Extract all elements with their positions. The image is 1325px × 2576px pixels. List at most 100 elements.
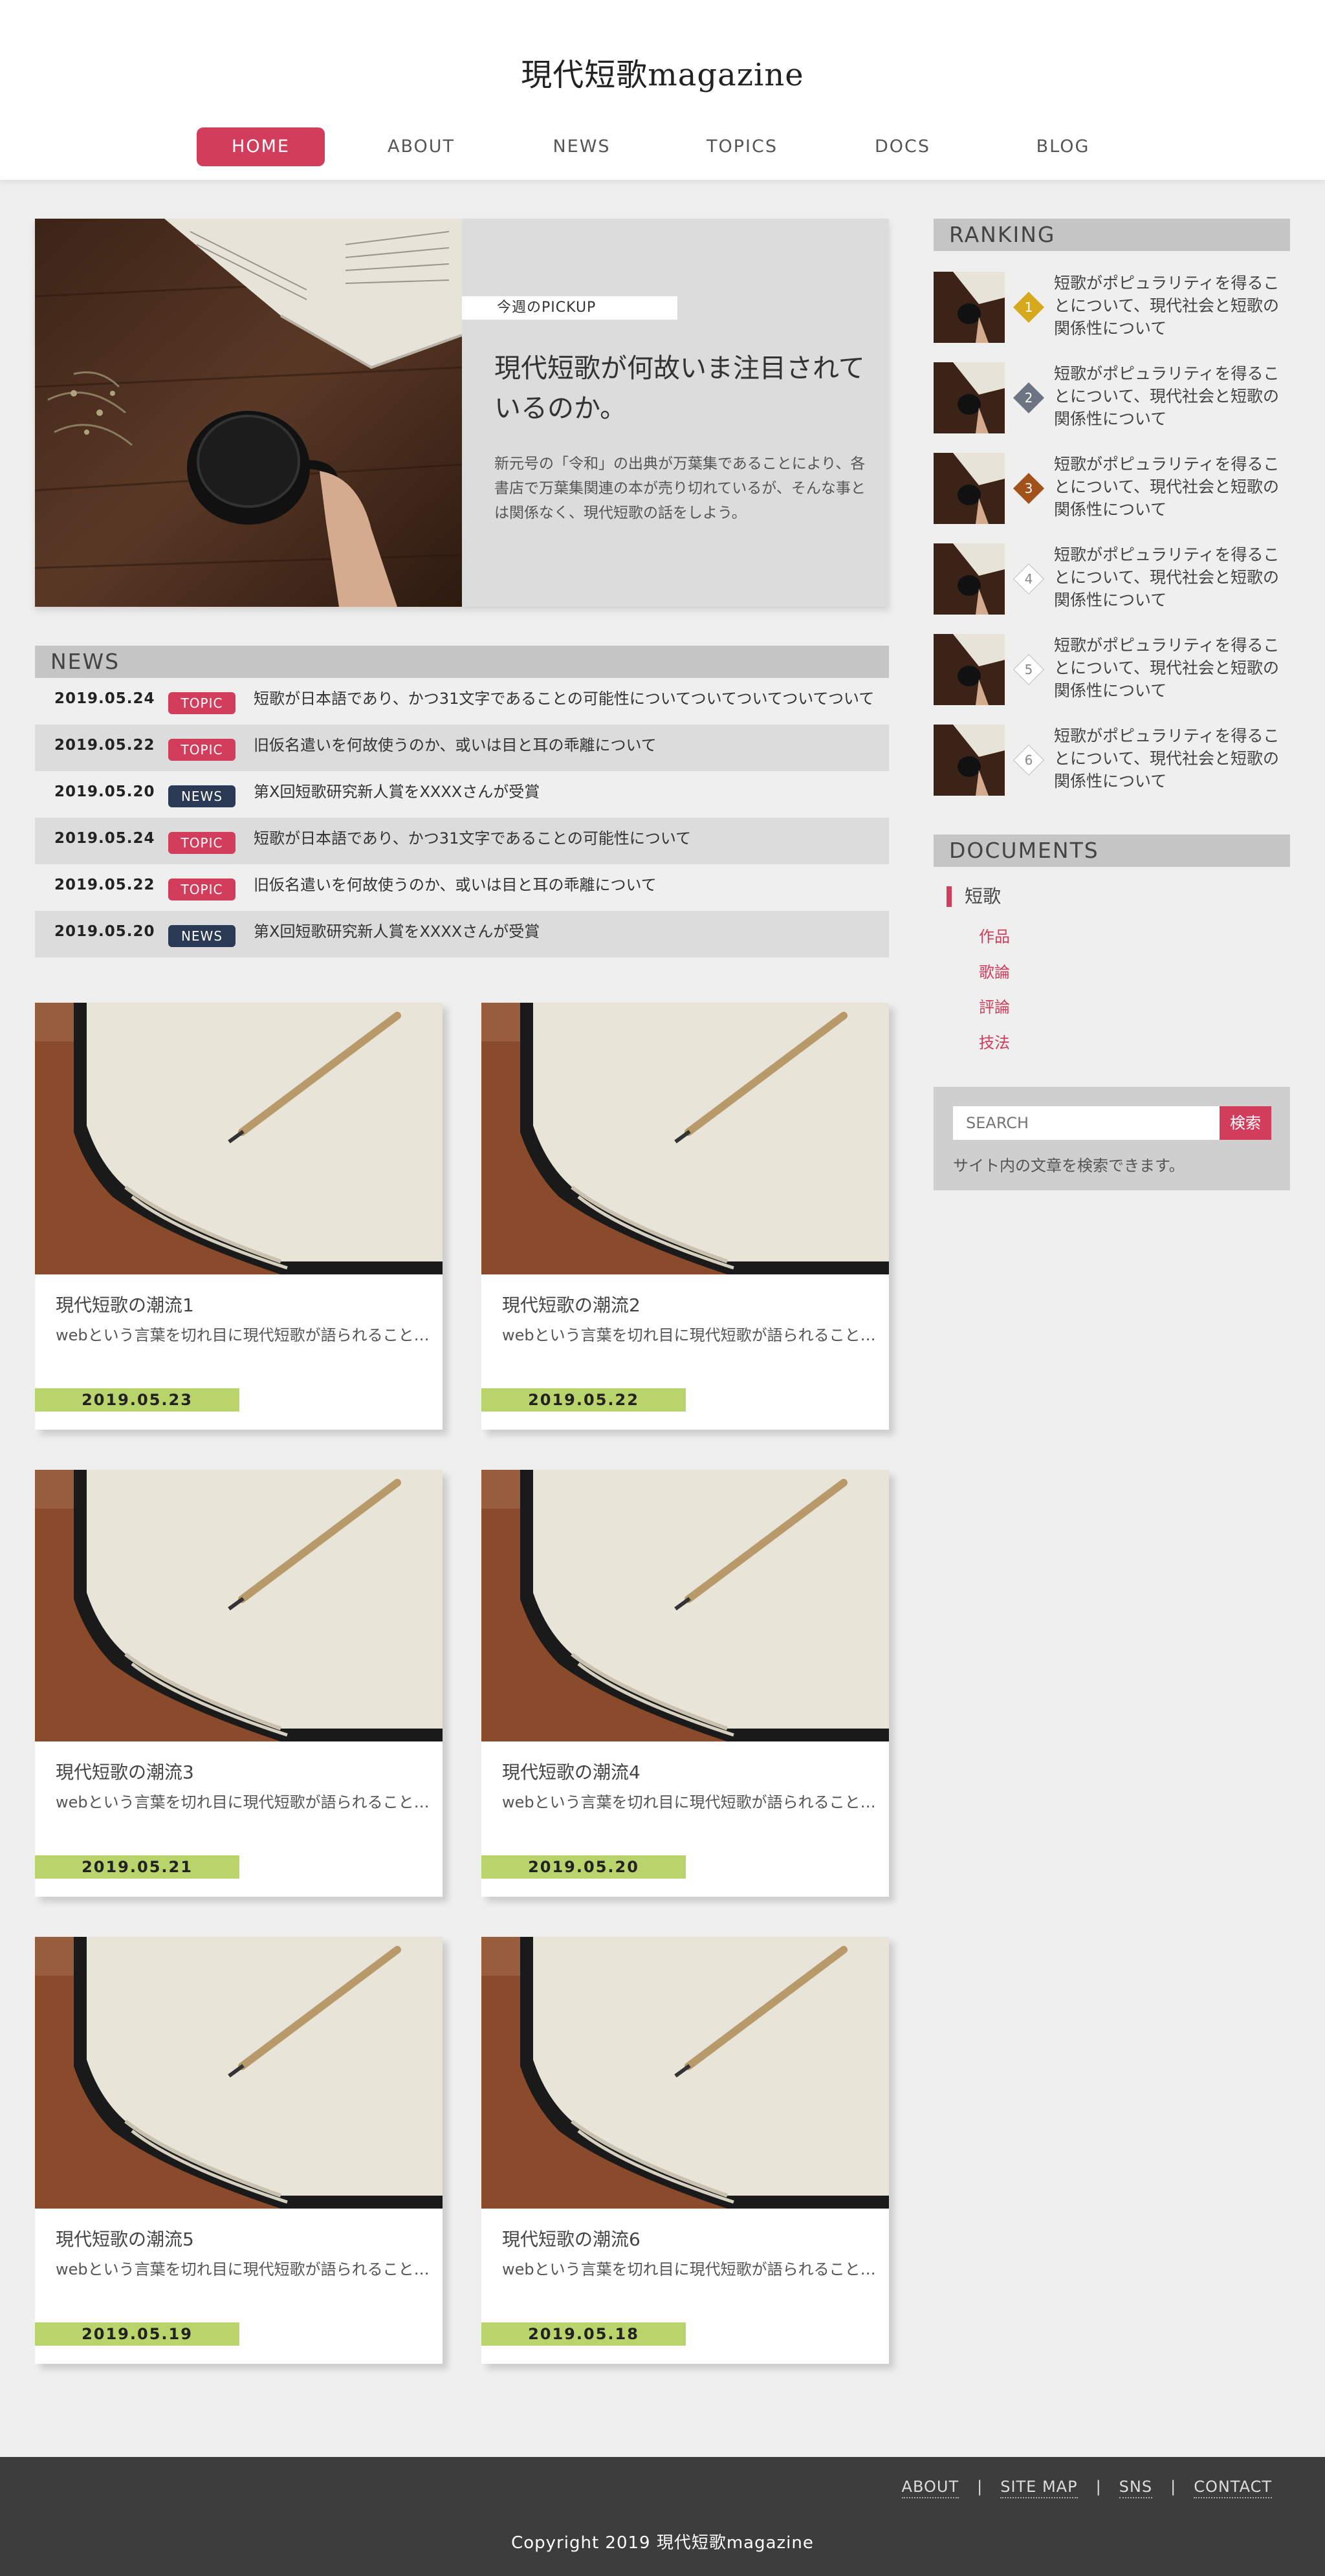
search-widget: 検索 サイト内の文章を検索できます。 bbox=[934, 1087, 1290, 1190]
news-badge: TOPIC bbox=[168, 692, 235, 714]
ranking-thumbnail[interactable] bbox=[934, 543, 1005, 615]
article-excerpt: webという言葉を切れ目に現代短歌が語られることが多くなった bbox=[56, 1326, 431, 1344]
nav-about[interactable]: ABOUT bbox=[357, 127, 485, 166]
article-card[interactable]: 現代短歌の潮流4 webという言葉を切れ目に現代短歌が語られることが多くなった … bbox=[481, 1470, 889, 1897]
news-badge: TOPIC bbox=[168, 739, 235, 761]
article-image[interactable] bbox=[35, 1937, 443, 2209]
article-title[interactable]: 現代短歌の潮流1 bbox=[56, 1291, 194, 1317]
article-excerpt: webという言葉を切れ目に現代短歌が語られることが多くなった bbox=[502, 2260, 877, 2278]
pickup-image[interactable] bbox=[35, 219, 462, 607]
ranking-text[interactable]: 短歌がポピュラリティを得ることについて、現代社会と短歌の関係性について bbox=[1054, 543, 1293, 611]
search-input[interactable] bbox=[953, 1106, 1220, 1140]
article-title[interactable]: 現代短歌の潮流3 bbox=[56, 1758, 194, 1784]
article-excerpt: webという言葉を切れ目に現代短歌が語られることが多くなった bbox=[502, 1326, 877, 1344]
article-date: 2019.05.18 bbox=[481, 2322, 686, 2346]
pickup-feature[interactable]: 今週のPICKUP 現代短歌が何故いま注目されているのか。 新元号の「令和」の出… bbox=[35, 219, 889, 607]
doc-link-criticism[interactable]: 評論 bbox=[979, 994, 1010, 1017]
rank-number: 3 bbox=[1024, 481, 1033, 496]
pickup-description: 新元号の「令和」の出典が万葉集であることにより、各書店で万葉集関連の本が売り切れ… bbox=[494, 455, 866, 521]
ranking-item[interactable]: 2 短歌がポピュラリティを得ることについて、現代社会と短歌の関係性について bbox=[934, 362, 1290, 433]
news-row[interactable]: 2019.05.20 NEWS 第X回短歌研究新人賞をXXXXさんが受賞 bbox=[35, 911, 889, 957]
ranking-item[interactable]: 4 短歌がポピュラリティを得ることについて、現代社会と短歌の関係性について bbox=[934, 543, 1290, 615]
article-card[interactable]: 現代短歌の潮流5 webという言葉を切れ目に現代短歌が語られることが多くなった … bbox=[35, 1937, 443, 2364]
ranking-thumbnail[interactable] bbox=[934, 272, 1005, 343]
footer-link-about[interactable]: ABOUT bbox=[901, 2478, 959, 2498]
article-card[interactable]: 現代短歌の潮流2 webという言葉を切れ目に現代短歌が語られることが多くなった … bbox=[481, 1003, 889, 1430]
article-card[interactable]: 現代短歌の潮流3 webという言葉を切れ目に現代短歌が語られることが多くなった … bbox=[35, 1470, 443, 1897]
ranking-text[interactable]: 短歌がポピュラリティを得ることについて、現代社会と短歌の関係性について bbox=[1054, 272, 1293, 340]
footer-separator: | bbox=[977, 2478, 983, 2496]
doc-link-theory[interactable]: 歌論 bbox=[979, 959, 1010, 982]
news-badge: NEWS bbox=[168, 785, 235, 807]
ranking-text[interactable]: 短歌がポピュラリティを得ることについて、現代社会と短歌の関係性について bbox=[1054, 362, 1293, 430]
article-date: 2019.05.22 bbox=[481, 1388, 686, 1412]
news-badge: NEWS bbox=[168, 925, 235, 947]
ranking-text[interactable]: 短歌がポピュラリティを得ることについて、現代社会と短歌の関係性について bbox=[1054, 634, 1293, 702]
documents-category[interactable]: 短歌 bbox=[947, 886, 1001, 907]
article-date: 2019.05.21 bbox=[35, 1855, 239, 1879]
news-row[interactable]: 2019.05.24 TOPIC 短歌が日本語であり、かつ31文字であることの可… bbox=[35, 678, 889, 725]
nav-news[interactable]: NEWS bbox=[518, 127, 646, 166]
footer-separator: | bbox=[1095, 2478, 1101, 2496]
footer-separator: | bbox=[1170, 2478, 1176, 2496]
nav-home[interactable]: HOME bbox=[197, 127, 325, 166]
ranking-text[interactable]: 短歌がポピュラリティを得ることについて、現代社会と短歌の関係性について bbox=[1054, 725, 1293, 792]
nav-docs[interactable]: DOCS bbox=[838, 127, 967, 166]
ranking-thumbnail[interactable] bbox=[934, 453, 1005, 524]
article-image[interactable] bbox=[481, 1937, 889, 2209]
pickup-headline[interactable]: 現代短歌が何故いま注目されているのか。 bbox=[494, 348, 870, 428]
footer-links: ABOUT | SITE MAP | SNS | CONTACT bbox=[901, 2478, 1272, 2498]
ranking-thumbnail[interactable] bbox=[934, 725, 1005, 796]
footer-link-contact[interactable]: CONTACT bbox=[1194, 2478, 1272, 2498]
article-title[interactable]: 現代短歌の潮流2 bbox=[502, 1291, 641, 1317]
ranking-item[interactable]: 5 短歌がポピュラリティを得ることについて、現代社会と短歌の関係性について bbox=[934, 634, 1290, 705]
ranking-text[interactable]: 短歌がポピュラリティを得ることについて、現代社会と短歌の関係性について bbox=[1054, 453, 1293, 521]
news-text[interactable]: 第X回短歌研究新人賞をXXXXさんが受賞 bbox=[254, 911, 875, 952]
news-text[interactable]: 短歌が日本語であり、かつ31文字であることの可能性について bbox=[254, 818, 875, 859]
news-row[interactable]: 2019.05.20 NEWS 第X回短歌研究新人賞をXXXXさんが受賞 bbox=[35, 771, 889, 818]
news-date: 2019.05.22 bbox=[54, 877, 155, 893]
article-title[interactable]: 現代短歌の潮流6 bbox=[502, 2225, 641, 2251]
news-text[interactable]: 第X回短歌研究新人賞をXXXXさんが受賞 bbox=[254, 771, 875, 813]
article-title[interactable]: 現代短歌の潮流4 bbox=[502, 1758, 641, 1784]
news-text[interactable]: 旧仮名遣いを何故使うのか、或いは目と耳の乖離について bbox=[254, 725, 875, 766]
news-date: 2019.05.24 bbox=[54, 830, 155, 847]
news-row[interactable]: 2019.05.22 TOPIC 旧仮名遣いを何故使うのか、或いは目と耳の乖離に… bbox=[35, 725, 889, 771]
search-button[interactable]: 検索 bbox=[1220, 1106, 1271, 1140]
ranking-item[interactable]: 3 短歌がポピュラリティを得ることについて、現代社会と短歌の関係性について bbox=[934, 453, 1290, 524]
article-card[interactable]: 現代短歌の潮流6 webという言葉を切れ目に現代短歌が語られることが多くなった … bbox=[481, 1937, 889, 2364]
documents-heading: DOCUMENTS bbox=[934, 835, 1290, 867]
news-text[interactable]: 短歌が日本語であり、かつ31文字であることの可能性についてついてついてついてつい… bbox=[254, 678, 875, 719]
site-title[interactable]: 現代短歌magazine bbox=[0, 49, 1325, 94]
copyright: Copyright 2019 現代短歌magazine bbox=[511, 2533, 814, 2553]
article-title[interactable]: 現代短歌の潮流5 bbox=[56, 2225, 194, 2251]
news-row[interactable]: 2019.05.22 TOPIC 旧仮名遣いを何故使うのか、或いは目と耳の乖離に… bbox=[35, 864, 889, 911]
article-card[interactable]: 現代短歌の潮流1 webという言葉を切れ目に現代短歌が語られることが多くなった … bbox=[35, 1003, 443, 1430]
ranking-item[interactable]: 6 短歌がポピュラリティを得ることについて、現代社会と短歌の関係性について bbox=[934, 725, 1290, 796]
doc-link-works[interactable]: 作品 bbox=[979, 924, 1010, 946]
footer-link-sns[interactable]: SNS bbox=[1119, 2478, 1153, 2498]
footer-link-sitemap[interactable]: SITE MAP bbox=[1000, 2478, 1078, 2498]
article-image[interactable] bbox=[481, 1470, 889, 1741]
ranking-item[interactable]: 1 短歌がポピュラリティを得ることについて、現代社会と短歌の関係性について bbox=[934, 272, 1290, 343]
article-excerpt: webという言葉を切れ目に現代短歌が語られることが多くなった bbox=[56, 1793, 431, 1811]
nav-blog[interactable]: BLOG bbox=[999, 127, 1127, 166]
news-badge: TOPIC bbox=[168, 879, 235, 901]
ranking-thumbnail[interactable] bbox=[934, 634, 1005, 705]
doc-link-technique[interactable]: 技法 bbox=[979, 1030, 1010, 1053]
news-heading: NEWS bbox=[35, 646, 889, 678]
site-footer: ABOUT | SITE MAP | SNS | CONTACT Copyright 201… bbox=[0, 2457, 1325, 2576]
article-date: 2019.05.23 bbox=[35, 1388, 239, 1412]
news-text[interactable]: 旧仮名遣いを何故使うのか、或いは目と耳の乖離について bbox=[254, 864, 875, 906]
article-image[interactable] bbox=[481, 1003, 889, 1274]
rank-number: 4 bbox=[1024, 571, 1033, 587]
article-excerpt: webという言葉を切れ目に現代短歌が語られることが多くなった bbox=[56, 2260, 431, 2278]
ranking-thumbnail[interactable] bbox=[934, 362, 1005, 433]
news-row[interactable]: 2019.05.24 TOPIC 短歌が日本語であり、かつ31文字であることの可… bbox=[35, 818, 889, 864]
news-date: 2019.05.20 bbox=[54, 923, 155, 940]
article-image[interactable] bbox=[35, 1470, 443, 1741]
nav-topics[interactable]: TOPICS bbox=[678, 127, 806, 166]
news-badge: TOPIC bbox=[168, 832, 235, 854]
article-image[interactable] bbox=[35, 1003, 443, 1274]
rank-number: 1 bbox=[1024, 300, 1033, 315]
